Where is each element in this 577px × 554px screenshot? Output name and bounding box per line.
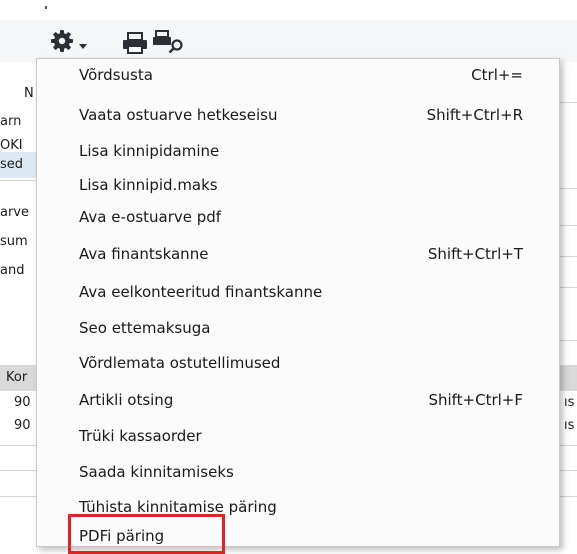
menu-item-label: Ava eelkonteeritud finantskanne <box>79 283 323 301</box>
chevron-down-icon[interactable] <box>78 37 88 59</box>
divider <box>558 225 577 226</box>
menu-item-shortcut: Shift+Ctrl+T <box>427 245 523 263</box>
bg-fragment: and <box>0 263 25 278</box>
divider <box>0 496 36 497</box>
menu-item-saada-kinnitamiseks[interactable]: Saada kinnitamiseks <box>37 457 559 489</box>
bg-fragment: arve <box>0 205 30 220</box>
menu-item-label: Trüki kassaorder <box>79 427 202 445</box>
toolbar <box>0 20 577 62</box>
divider <box>0 470 36 471</box>
menu-item-lisa-kinnipid-maks[interactable]: Lisa kinnipid.maks <box>37 170 559 202</box>
menu-item-vaata-ostuarve-hetkeseisu[interactable]: Vaata ostuarve hetkeseisu Shift+Ctrl+R <box>37 100 559 132</box>
bg-fragment: sum <box>0 234 28 249</box>
grid-cell: ıs <box>564 395 575 410</box>
menu-item-ava-finantskanne[interactable]: Ava finantskanne Shift+Ctrl+T <box>37 239 559 271</box>
menu-item-shortcut: Shift+Ctrl+R <box>426 106 523 124</box>
menu-item-label: Võrdsusta <box>79 66 153 84</box>
divider <box>558 102 577 103</box>
menu-item-seo-ettemaksuga[interactable]: Seo ettemaksuga <box>37 313 559 345</box>
printer-icon[interactable] <box>122 32 148 54</box>
print-preview-icon[interactable] <box>152 30 186 54</box>
menu-item-label: Ava finantskanne <box>79 245 209 263</box>
actions-dropdown-menu: Võrdsusta Ctrl+= Vaata ostuarve hetkesei… <box>36 58 560 547</box>
menu-item-label: Seo ettemaksuga <box>79 319 211 337</box>
bg-fragment: arn <box>0 114 22 129</box>
menu-item-label: Võrdlemata ostutellimused <box>79 354 281 372</box>
menu-item-lisa-kinnipidamine[interactable]: Lisa kinnipidamine <box>37 136 559 168</box>
menu-item-label: Lisa kinnipidamine <box>79 142 220 160</box>
gear-icon[interactable] <box>50 29 74 52</box>
menu-item-label: Artikli otsing <box>79 391 174 409</box>
menu-item-vordsusta[interactable]: Võrdsusta Ctrl+= <box>37 60 559 92</box>
bg-fragment: OKI <box>0 138 23 153</box>
menu-item-truki-kassaorder[interactable]: Trüki kassaorder <box>37 421 559 453</box>
menu-item-artikli-otsing[interactable]: Artikli otsing Shift+Ctrl+F <box>37 385 559 417</box>
menu-item-ava-eelkonteeritud-finantskanne[interactable]: Ava eelkonteeritud finantskanne <box>37 277 559 309</box>
divider <box>558 445 577 446</box>
menu-item-label: Ava e-ostuarve pdf <box>79 208 222 226</box>
divider <box>558 188 577 189</box>
divider <box>558 340 577 341</box>
divider <box>558 496 577 497</box>
menu-item-vordlemata-ostutellimused[interactable]: Võrdlemata ostutellimused <box>37 348 559 380</box>
divider <box>558 256 577 257</box>
menu-item-ava-e-ostuarve-pdf[interactable]: Ava e-ostuarve pdf <box>37 202 559 234</box>
top-mark <box>45 6 47 9</box>
menu-item-label: Lisa kinnipid.maks <box>79 176 218 194</box>
divider <box>0 445 36 446</box>
grid-cell: ıs <box>564 418 575 433</box>
divider <box>558 287 577 288</box>
divider <box>0 180 36 181</box>
menu-item-label: Saada kinnitamiseks <box>79 463 234 481</box>
highlight-box <box>68 514 225 554</box>
menu-item-label: Vaata ostuarve hetkeseisu <box>79 106 278 124</box>
menu-item-shortcut: Shift+Ctrl+F <box>428 391 523 409</box>
menu-item-shortcut: Ctrl+= <box>471 66 523 84</box>
bg-fragment: sed <box>0 157 24 172</box>
divider <box>558 470 577 471</box>
